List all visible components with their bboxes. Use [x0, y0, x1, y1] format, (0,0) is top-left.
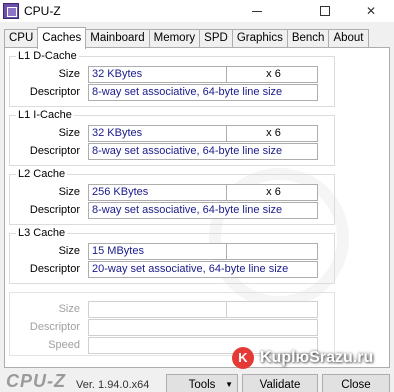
title-bar: CPU-Z ✕: [0, 0, 394, 22]
group-title: L1 I-Cache: [16, 109, 74, 121]
tools-button[interactable]: Tools ▼: [166, 374, 238, 392]
tab-caches[interactable]: Caches: [37, 27, 87, 49]
minimize-button[interactable]: [234, 0, 280, 22]
cpu-z-logo: CPU-Z: [6, 371, 66, 391]
l1i-multiplier: x 6: [226, 125, 318, 142]
group-title: L2 Cache: [16, 168, 68, 180]
l2-cache-group: L2 Cache Size 256 KBytes x 6 Descriptor …: [9, 168, 335, 225]
close-window-button[interactable]: ✕: [348, 0, 394, 22]
tab-memory[interactable]: Memory: [148, 29, 201, 48]
l2-multiplier: x 6: [226, 184, 318, 201]
tab-graphics[interactable]: Graphics: [231, 29, 288, 48]
l2-size-value: 256 KBytes: [88, 184, 227, 201]
size-label: Size: [58, 127, 80, 139]
l1d-multiplier: x 6: [226, 66, 318, 83]
tab-about[interactable]: About: [328, 29, 369, 48]
unused-descriptor-value: [88, 319, 318, 336]
descriptor-label: Descriptor: [29, 145, 80, 157]
minimize-icon: [252, 10, 262, 12]
site-watermark-text: KuplюSrazu.ru: [260, 349, 374, 366]
descriptor-label: Descriptor: [29, 204, 80, 216]
maximize-icon: [320, 6, 330, 16]
validate-button[interactable]: Validate: [242, 374, 318, 392]
l1i-size-value: 32 KBytes: [88, 125, 227, 142]
version-label: Ver. 1.94.0.x64: [76, 379, 150, 391]
dropdown-arrow-icon: ▼: [225, 380, 233, 389]
maximize-button[interactable]: [302, 0, 348, 22]
size-label: Size: [58, 186, 80, 198]
l1i-descriptor-value: 8-way set associative, 64-byte line size: [88, 143, 318, 160]
descriptor-label: Descriptor: [29, 263, 80, 275]
tab-spd[interactable]: SPD: [199, 29, 233, 48]
tab-bench[interactable]: Bench: [286, 29, 330, 48]
close-icon: ✕: [365, 4, 377, 18]
l3-descriptor-value: 20-way set associative, 64-byte line siz…: [88, 261, 318, 278]
size-label: Size: [58, 303, 80, 315]
tab-mainboard[interactable]: Mainboard: [85, 29, 150, 48]
app-icon: [3, 3, 19, 19]
size-label: Size: [58, 68, 80, 80]
speed-label: Speed: [48, 339, 80, 351]
tools-label: Tools: [188, 379, 216, 391]
tab-bar: CPU Caches Mainboard Memory SPD Graphics…: [4, 27, 369, 49]
footer-bar: CPU-Z Ver. 1.94.0.x64 Tools ▼ Validate C…: [0, 368, 394, 392]
size-label: Size: [58, 245, 80, 257]
unused-size-value: [88, 301, 227, 318]
site-logo-icon: K: [232, 347, 254, 369]
l1d-descriptor-value: 8-way set associative, 64-byte line size: [88, 84, 318, 101]
l1d-cache-group: L1 D-Cache Size 32 KBytes x 6 Descriptor…: [9, 50, 335, 107]
descriptor-label: Descriptor: [29, 86, 80, 98]
l3-cache-group: L3 Cache Size 15 MBytes Descriptor 20-wa…: [9, 227, 335, 284]
group-title: L3 Cache: [16, 227, 68, 239]
site-watermark: K KuplюSrazu.ru: [232, 345, 392, 371]
close-button[interactable]: Close: [322, 374, 390, 392]
caches-panel: L1 D-Cache Size 32 KBytes x 6 Descriptor…: [4, 47, 390, 368]
unused-multiplier: [226, 301, 318, 318]
l1d-size-value: 32 KBytes: [88, 66, 227, 83]
window-title: CPU-Z: [24, 4, 61, 18]
group-title: L1 D-Cache: [16, 50, 79, 62]
l1i-cache-group: L1 I-Cache Size 32 KBytes x 6 Descriptor…: [9, 109, 335, 166]
l2-descriptor-value: 8-way set associative, 64-byte line size: [88, 202, 318, 219]
tab-cpu[interactable]: CPU: [4, 29, 39, 48]
l3-multiplier: [226, 243, 318, 260]
l3-size-value: 15 MBytes: [88, 243, 227, 260]
descriptor-label: Descriptor: [29, 321, 80, 333]
